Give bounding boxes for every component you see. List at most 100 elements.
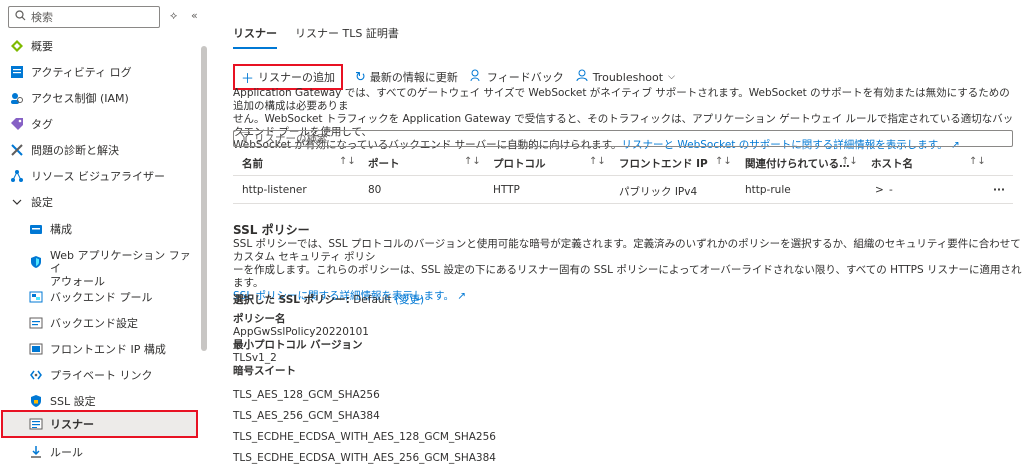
sidebar-item-label: 構成 xyxy=(50,223,72,236)
expand-collapse-icon[interactable]: ⟡ xyxy=(170,9,177,23)
ssl-icon xyxy=(29,394,43,408)
sort-icon[interactable]: ↑↓ xyxy=(464,156,481,167)
main-content: リスナー リスナー TLS 証明書 ＋ リスナーの追加 ↻ 最新の情報に更新 フ… xyxy=(233,0,1024,467)
ssl-policy-heading: SSL ポリシー xyxy=(233,223,310,237)
sidebar-item-waf[interactable]: Web アプリケーション ファイ アウォール xyxy=(0,249,200,288)
sidebar-item-label: SSL 設定 xyxy=(50,395,96,408)
collapse-sidebar-icon[interactable]: « xyxy=(191,9,198,22)
sidebar-item-label: アクセス制御 (IAM) xyxy=(31,92,129,105)
sidebar-item-diagnose[interactable]: 問題の診断と解決 xyxy=(0,142,200,158)
sidebar-item-private-link[interactable]: プライベート リンク xyxy=(0,367,200,383)
cell-port: 80 xyxy=(368,184,382,196)
refresh-icon: ↻ xyxy=(355,69,366,85)
backend-pool-icon xyxy=(29,290,43,304)
sidebar-item-frontend-ip[interactable]: フロントエンド IP 構成 xyxy=(0,341,200,357)
sidebar-group-settings[interactable]: 設定 xyxy=(0,194,200,210)
tab-bar: リスナー リスナー TLS 証明書 xyxy=(233,25,399,49)
sidebar: 検索 ⟡ « 概要 アクティビティ ログ アクセス制御 (IAM) タグ 問題の… xyxy=(0,0,210,467)
sidebar-item-resource-visualizer[interactable]: リソース ビジュアライザー xyxy=(0,168,200,184)
row-divider xyxy=(233,203,1013,204)
feedback-button[interactable]: フィードバック xyxy=(470,69,564,86)
sidebar-item-ssl-settings[interactable]: SSL 設定 xyxy=(0,393,200,409)
search-input[interactable]: 検索 xyxy=(8,6,160,28)
rules-icon xyxy=(29,445,43,459)
sidebar-scrollbar[interactable] xyxy=(201,46,207,351)
chevron-down-icon xyxy=(10,195,24,209)
visualizer-icon xyxy=(10,169,24,183)
column-header-name[interactable]: 名前 xyxy=(242,156,263,171)
sidebar-item-label-2: アウォール xyxy=(50,275,105,288)
sort-icon[interactable]: ↑↓ xyxy=(841,156,858,167)
tab-listeners[interactable]: リスナー xyxy=(233,25,277,49)
column-header-frontend-ip[interactable]: フロントエンド IP xyxy=(619,156,708,171)
search-placeholder: 検索 xyxy=(31,11,53,24)
column-header-protocol[interactable]: プロトコル xyxy=(493,156,546,171)
column-header-port[interactable]: ポート xyxy=(368,156,400,171)
sidebar-item-backend-settings[interactable]: バックエンド設定 xyxy=(0,315,200,331)
private-link-icon xyxy=(29,368,43,382)
column-header-associated-rule[interactable]: 関連付けられている… xyxy=(745,156,850,171)
policy-name-value: AppGwSslPolicy20220101 xyxy=(233,326,369,338)
iam-icon xyxy=(10,91,24,105)
refresh-button[interactable]: ↻ 最新の情報に更新 xyxy=(355,69,458,85)
troubleshoot-label: Troubleshoot xyxy=(592,70,664,84)
backend-settings-icon xyxy=(29,316,43,330)
ssl-description-line-2: ーを作成します。これらのポリシーは、SSL 設定の下にあるリスナー固有の SSL… xyxy=(233,264,1022,289)
cipher-suites-label: 暗号スイート xyxy=(233,365,296,377)
min-protocol-label: 最小プロトコル バージョン xyxy=(233,339,363,351)
activity-log-icon xyxy=(10,65,24,79)
frontend-ip-icon xyxy=(29,342,43,356)
sidebar-item-label: 設定 xyxy=(31,196,53,209)
sidebar-item-label: アクティビティ ログ xyxy=(31,66,132,79)
selected-policy-label: 選択した SSL ポリシー: xyxy=(233,294,350,306)
sort-icon[interactable]: ↑↓ xyxy=(589,156,606,167)
ssl-description-line-1: SSL ポリシーでは、SSL プロトコルのバージョンと使用可能な暗号が定義されま… xyxy=(233,238,1021,263)
sidebar-item-label: フロントエンド IP 構成 xyxy=(50,343,166,356)
sidebar-item-label: ルール xyxy=(50,446,83,459)
cipher-item: TLS_ECDHE_ECDSA_WITH_AES_128_GCM_SHA256 xyxy=(233,431,496,443)
column-header-hostname[interactable]: ホスト名 xyxy=(871,156,913,171)
description-line-1: Application Gateway では、すべてのゲートウェイ サイズで W… xyxy=(233,87,1010,112)
selected-policy-value: Default xyxy=(353,294,392,306)
feedback-label: フィードバック xyxy=(486,71,564,84)
sidebar-item-iam[interactable]: アクセス制御 (IAM) xyxy=(0,90,200,106)
troubleshoot-button[interactable]: Troubleshoot ⌵ xyxy=(576,69,675,86)
troubleshoot-icon xyxy=(576,69,589,86)
sidebar-item-label: 問題の診断と解決 xyxy=(31,144,119,157)
filter-icon xyxy=(238,131,252,145)
listener-filter-input[interactable]: リスナーの検索 xyxy=(233,130,1013,147)
sidebar-item-config[interactable]: 構成 xyxy=(0,221,200,237)
sort-icon[interactable]: ↑↓ xyxy=(339,156,356,167)
sidebar-item-activity-log[interactable]: アクティビティ ログ xyxy=(0,64,200,80)
sidebar-item-tags[interactable]: タグ xyxy=(0,116,200,132)
sidebar-item-label: 概要 xyxy=(31,40,53,53)
expand-icon[interactable]: > xyxy=(875,184,884,196)
more-actions-icon[interactable]: ··· xyxy=(993,184,1005,196)
min-protocol-value: TLSv1_2 xyxy=(233,352,277,364)
header-divider xyxy=(233,175,1013,176)
tab-listener-tls-certs[interactable]: リスナー TLS 証明書 xyxy=(295,25,399,49)
search-icon xyxy=(15,10,26,24)
sidebar-item-label: バックエンド プール xyxy=(50,291,153,304)
feedback-icon xyxy=(470,69,483,86)
filter-placeholder: リスナーの検索 xyxy=(254,133,328,145)
chevron-down-icon: ⌵ xyxy=(668,72,675,82)
cell-associated-rule: http-rule xyxy=(745,184,791,196)
sidebar-item-label: プライベート リンク xyxy=(50,369,153,382)
sidebar-item-rules[interactable]: ルール xyxy=(0,444,200,460)
sidebar-item-backend-pool[interactable]: バックエンド プール xyxy=(0,289,200,305)
cell-protocol: HTTP xyxy=(493,184,520,196)
sidebar-item-overview[interactable]: 概要 xyxy=(0,38,200,54)
add-listener-label: リスナーの追加 xyxy=(258,71,336,84)
cipher-item: TLS_ECDHE_ECDSA_WITH_AES_256_GCM_SHA384 xyxy=(233,452,496,464)
cell-frontend-ip: パブリック IPv4 xyxy=(619,186,698,198)
overview-icon xyxy=(10,39,24,53)
cipher-item: TLS_AES_128_GCM_SHA256 xyxy=(233,389,380,401)
change-policy-link[interactable]: (変更) xyxy=(395,294,424,306)
sort-icon[interactable]: ↑↓ xyxy=(715,156,732,167)
sort-icon[interactable]: ↑↓ xyxy=(969,156,986,167)
diagnose-icon xyxy=(10,143,24,157)
sidebar-item-label: バックエンド設定 xyxy=(50,317,138,330)
sidebar-item-label: タグ xyxy=(31,118,53,131)
cipher-item: TLS_AES_256_GCM_SHA384 xyxy=(233,410,380,422)
